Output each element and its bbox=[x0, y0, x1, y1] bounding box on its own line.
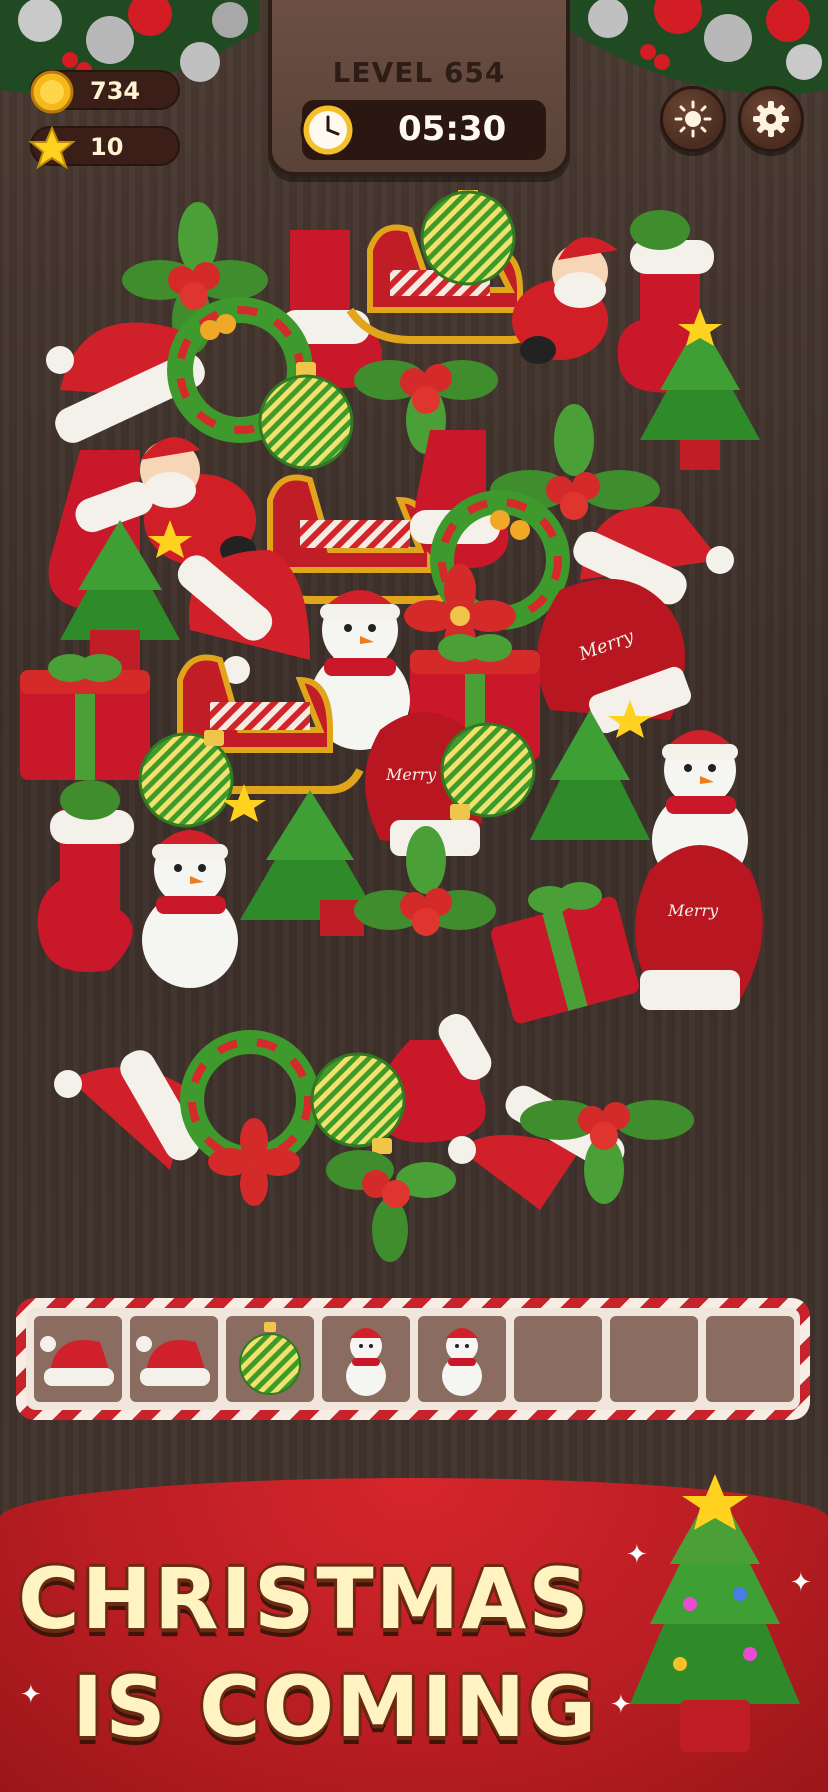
tray-slot-empty[interactable] bbox=[706, 1316, 794, 1402]
level-panel: LEVEL 654 05:30 bbox=[268, 0, 570, 176]
tray-inner bbox=[26, 1308, 800, 1410]
gear-icon bbox=[753, 101, 789, 137]
game-board: Merry Merry Merry bbox=[20, 180, 810, 1270]
clock-icon bbox=[300, 102, 356, 158]
ornament-tile[interactable] bbox=[138, 730, 234, 828]
santa-hat-icon bbox=[136, 1336, 210, 1386]
tray-slot-empty[interactable] bbox=[514, 1316, 602, 1402]
tray-slot[interactable] bbox=[322, 1316, 410, 1402]
tray-slot-empty[interactable] bbox=[610, 1316, 698, 1402]
stocking-tile[interactable] bbox=[37, 780, 135, 972]
board-tiles: Merry Merry Merry bbox=[20, 180, 763, 1262]
sparkle-icon: ✦ bbox=[20, 1680, 42, 1710]
timer-value: 05:30 bbox=[398, 109, 507, 149]
svg-text:Merry: Merry bbox=[385, 765, 437, 784]
snowman-tile[interactable] bbox=[142, 830, 238, 988]
tray-slot[interactable] bbox=[418, 1316, 506, 1402]
tray-slot[interactable] bbox=[226, 1316, 314, 1402]
stars-value: 10 bbox=[90, 133, 124, 161]
brightness-button[interactable] bbox=[660, 86, 726, 152]
snowman-icon bbox=[442, 1328, 482, 1396]
svg-text:Merry: Merry bbox=[667, 901, 719, 920]
ornament-icon bbox=[239, 1322, 301, 1395]
timer-bar: 05:30 bbox=[300, 100, 546, 160]
coin-icon bbox=[30, 70, 74, 114]
holly-tile[interactable] bbox=[326, 1150, 456, 1262]
christmas-tree-icon bbox=[630, 1474, 800, 1752]
coins-value: 734 bbox=[90, 77, 141, 105]
sun-icon bbox=[674, 100, 712, 138]
christmas-tree-tile[interactable] bbox=[530, 700, 652, 840]
tray-slot[interactable] bbox=[34, 1316, 122, 1402]
gift-box-tile[interactable] bbox=[20, 654, 150, 780]
wreath-tile[interactable] bbox=[180, 1030, 320, 1206]
ornament-tile[interactable] bbox=[310, 1052, 406, 1154]
santa-tile[interactable] bbox=[140, 437, 256, 566]
tray-slot[interactable] bbox=[130, 1316, 218, 1402]
santa-hat-icon bbox=[40, 1336, 114, 1386]
coins-counter[interactable]: 734 bbox=[30, 70, 180, 114]
settings-button[interactable] bbox=[738, 86, 804, 152]
gift-box-tile[interactable] bbox=[489, 882, 640, 1025]
santa-tile[interactable] bbox=[512, 237, 618, 364]
ornament-tile[interactable] bbox=[440, 722, 536, 820]
stars-counter[interactable]: 10 bbox=[28, 125, 180, 170]
banner-title-line1: CHRISTMAS bbox=[18, 1550, 591, 1648]
level-title: LEVEL 654 bbox=[332, 56, 506, 89]
ornament-tile[interactable] bbox=[420, 180, 516, 286]
snowman-icon bbox=[346, 1328, 386, 1396]
collection-tray bbox=[16, 1298, 810, 1420]
banner-title-line2: IS COMING bbox=[72, 1658, 599, 1756]
star-icon bbox=[28, 125, 76, 170]
mitten-tile[interactable]: Merry bbox=[635, 845, 763, 1010]
